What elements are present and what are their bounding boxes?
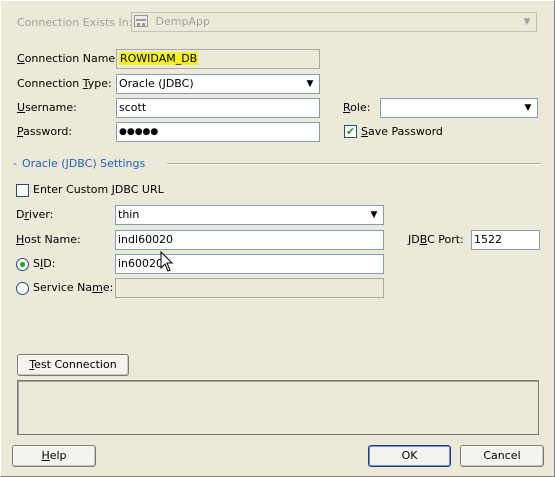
chevron-down-icon: ▼ — [306, 79, 314, 89]
connection-exists-in-select[interactable]: DempApp ▼ — [131, 12, 537, 32]
sid-label: SID: — [33, 257, 56, 270]
service-name-label: Service Name: — [33, 281, 114, 294]
password-field[interactable]: ●●●●● — [116, 122, 320, 142]
connection-exists-in-value: DempApp — [155, 15, 210, 28]
username-label: Username: — [17, 101, 77, 114]
ok-button[interactable]: OK — [368, 445, 451, 467]
chevron-down-icon: ▼ — [524, 103, 532, 113]
custom-jdbc-url-checkbox[interactable] — [16, 184, 29, 197]
host-name-value: indl60020 — [118, 233, 174, 246]
connection-type-value: Oracle (JDBC) — [119, 77, 194, 90]
project-icon — [134, 15, 148, 27]
section-title: Oracle (JDBC) Settings — [22, 157, 146, 170]
password-label: Password: — [17, 125, 73, 138]
password-value: ●●●●● — [119, 127, 159, 137]
save-password-label: Save Password — [361, 125, 443, 138]
jdbc-port-label: JDBC Port: — [408, 233, 464, 246]
save-password-checkbox[interactable]: ✔ — [344, 125, 357, 138]
role-select[interactable]: ▼ — [380, 98, 538, 118]
driver-select[interactable]: thin ▼ — [115, 205, 384, 225]
username-value: scott — [119, 101, 147, 114]
test-connection-status-panel — [17, 380, 539, 435]
username-field[interactable]: scott — [116, 98, 320, 118]
service-name-radio[interactable] — [16, 282, 29, 295]
chevron-down-icon: ▼ — [370, 210, 378, 220]
service-name-field[interactable] — [115, 278, 384, 298]
driver-label: Driver: — [16, 208, 54, 221]
sid-field[interactable]: in60020 — [115, 254, 384, 274]
sid-value: in60020 — [118, 257, 164, 270]
chevron-down-icon: ▼ — [523, 17, 531, 27]
connection-name-value: ROWIDAM_DB — [119, 52, 199, 65]
section-prefix: - — [13, 157, 17, 170]
section-divider — [167, 163, 541, 165]
jdbc-port-field[interactable]: 1522 — [471, 230, 540, 250]
jdbc-port-value: 1522 — [474, 233, 502, 246]
host-name-label: Host Name: — [16, 233, 81, 246]
mouse-cursor-icon — [160, 251, 174, 272]
host-name-field[interactable]: indl60020 — [115, 230, 384, 250]
cancel-button[interactable]: Cancel — [460, 445, 544, 467]
help-button[interactable]: Help — [12, 445, 96, 467]
driver-value: thin — [118, 208, 140, 221]
sid-radio[interactable] — [16, 258, 29, 271]
connection-name-field[interactable]: ROWIDAM_DB — [116, 49, 320, 69]
connection-type-label: Connection Type: — [17, 77, 112, 90]
test-connection-button[interactable]: Test Connection — [17, 354, 129, 376]
role-label: Role: — [343, 101, 371, 114]
custom-jdbc-url-label: Enter Custom JDBC URL — [33, 183, 164, 196]
connection-type-select[interactable]: Oracle (JDBC) ▼ — [116, 74, 320, 94]
connection-name-label: Connection Name: — [17, 52, 119, 65]
connection-exists-in-label: Connection Exists In: — [17, 16, 133, 29]
